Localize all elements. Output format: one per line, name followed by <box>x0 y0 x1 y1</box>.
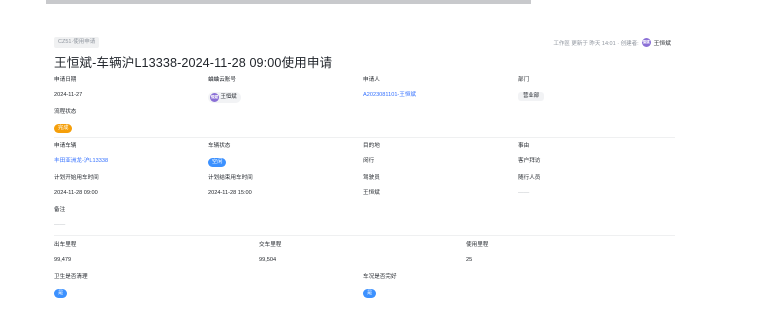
field-value: —— <box>54 222 66 228</box>
field-label: 交车里程 <box>259 242 282 248</box>
field-plan-start: 计划开始用车时间 2024-11-28 09:00 <box>54 175 99 197</box>
field-department: 部门 营业部 <box>518 77 545 101</box>
avatar[interactable]: 恒斌 <box>641 38 651 47</box>
applicant-link[interactable]: A2023081101-王恒斌 <box>363 92 416 99</box>
field-vehicle-status: 车辆状态 空闲 <box>208 143 230 167</box>
field-value: 2024-11-28 09:00 <box>54 190 98 196</box>
field-status: 流程状态 完成 <box>54 109 76 133</box>
field-value: 王恒斌 <box>363 190 380 196</box>
field-value: 营业部 <box>518 92 545 101</box>
meta-text: 工作區 更新于 昨天 14:01 · 创建者: <box>553 40 639 47</box>
avatar: 恒斌 <box>210 93 219 102</box>
field-apply-date: 申请日期 2024-11-27 <box>54 77 82 99</box>
field-companions: 随行人员 —— <box>518 175 540 197</box>
field-value: 空闲 <box>208 158 230 167</box>
field-label: 车况是否完好 <box>363 274 397 280</box>
page-title: 王恒斌-车辆沪L13338-2024-11-28 09:00使用申请 <box>54 56 333 70</box>
field-value: 是 <box>54 289 88 298</box>
user-name: 王恒斌 <box>220 94 237 100</box>
field-value: 25 <box>466 257 473 263</box>
field-out-mileage: 出车里程 99,479 <box>54 242 76 264</box>
field-driver: 驾驶员 王恒斌 <box>363 175 380 197</box>
field-label: 出车里程 <box>54 242 77 248</box>
field-label: 事由 <box>518 143 530 149</box>
field-label: 计划开始用车时间 <box>54 175 99 181</box>
status-badge: 完成 <box>54 124 73 133</box>
field-label: 申请车辆 <box>54 143 77 149</box>
field-reason: 事由 客户拜访 <box>518 143 540 165</box>
section-divider <box>54 235 675 236</box>
field-value: 闵行 <box>363 158 375 164</box>
field-value: 恒斌 王恒斌 <box>208 92 241 103</box>
field-label: 随行人员 <box>518 175 541 181</box>
field-account: 蛐蛐云账号 恒斌 王恒斌 <box>208 77 241 103</box>
field-label: 计划结束用车时间 <box>208 175 253 181</box>
field-return-mileage: 交车里程 99,504 <box>259 242 281 264</box>
field-value: 完成 <box>54 124 76 133</box>
record-meta: 工作區 更新于 昨天 14:01 · 创建者: 恒斌 王恒斌 <box>553 37 671 48</box>
owner-name[interactable]: 王恒斌 <box>654 38 671 47</box>
field-label: 驾驶员 <box>363 175 380 181</box>
vehicle-link[interactable]: 丰田亚洲龙-沪L13338 <box>54 158 108 165</box>
field-label: 流程状态 <box>54 109 77 115</box>
field-value: 客户拜访 <box>518 158 541 164</box>
field-value: 99,479 <box>54 257 72 263</box>
field-value: 99,504 <box>259 257 277 263</box>
section-divider <box>54 137 675 138</box>
field-label: 申请日期 <box>54 77 77 83</box>
department-pill[interactable]: 营业部 <box>518 92 545 101</box>
field-value: 2024-11-27 <box>54 92 83 98</box>
field-label: 使用里程 <box>466 242 489 248</box>
field-value: 2024-11-28 15:00 <box>208 190 252 196</box>
field-label: 车辆状态 <box>208 143 231 149</box>
field-used-mileage: 使用里程 25 <box>466 242 488 264</box>
field-vehicle: 申请车辆 丰田亚洲龙-沪L13338 <box>54 143 108 165</box>
field-label: 卫生是否清理 <box>54 274 88 280</box>
field-hygiene: 卫生是否清理 是 <box>54 274 88 298</box>
vehicle-status-badge: 空闲 <box>208 158 227 167</box>
field-remark: 备注 —— <box>54 207 65 229</box>
user-pill[interactable]: 恒斌 王恒斌 <box>208 92 241 103</box>
field-applicant: 申请人 A2023081101-王恒斌 <box>363 77 416 99</box>
field-value: —— <box>518 190 530 196</box>
field-label: 目的地 <box>363 143 380 149</box>
hygiene-badge: 是 <box>54 289 68 298</box>
field-plan-end: 计划结束用车时间 2024-11-28 15:00 <box>208 175 253 197</box>
field-condition: 车况是否完好 是 <box>363 274 397 298</box>
field-value: 是 <box>363 289 397 298</box>
record-tag: CZ51·使用申请 <box>54 37 100 48</box>
top-scrollbar <box>46 0 531 4</box>
condition-badge: 是 <box>363 289 377 298</box>
field-label: 部门 <box>518 77 530 83</box>
field-label: 申请人 <box>363 77 380 83</box>
field-label: 备注 <box>54 207 66 213</box>
field-destination: 目的地 闵行 <box>363 143 380 165</box>
field-label: 蛐蛐云账号 <box>208 77 236 83</box>
